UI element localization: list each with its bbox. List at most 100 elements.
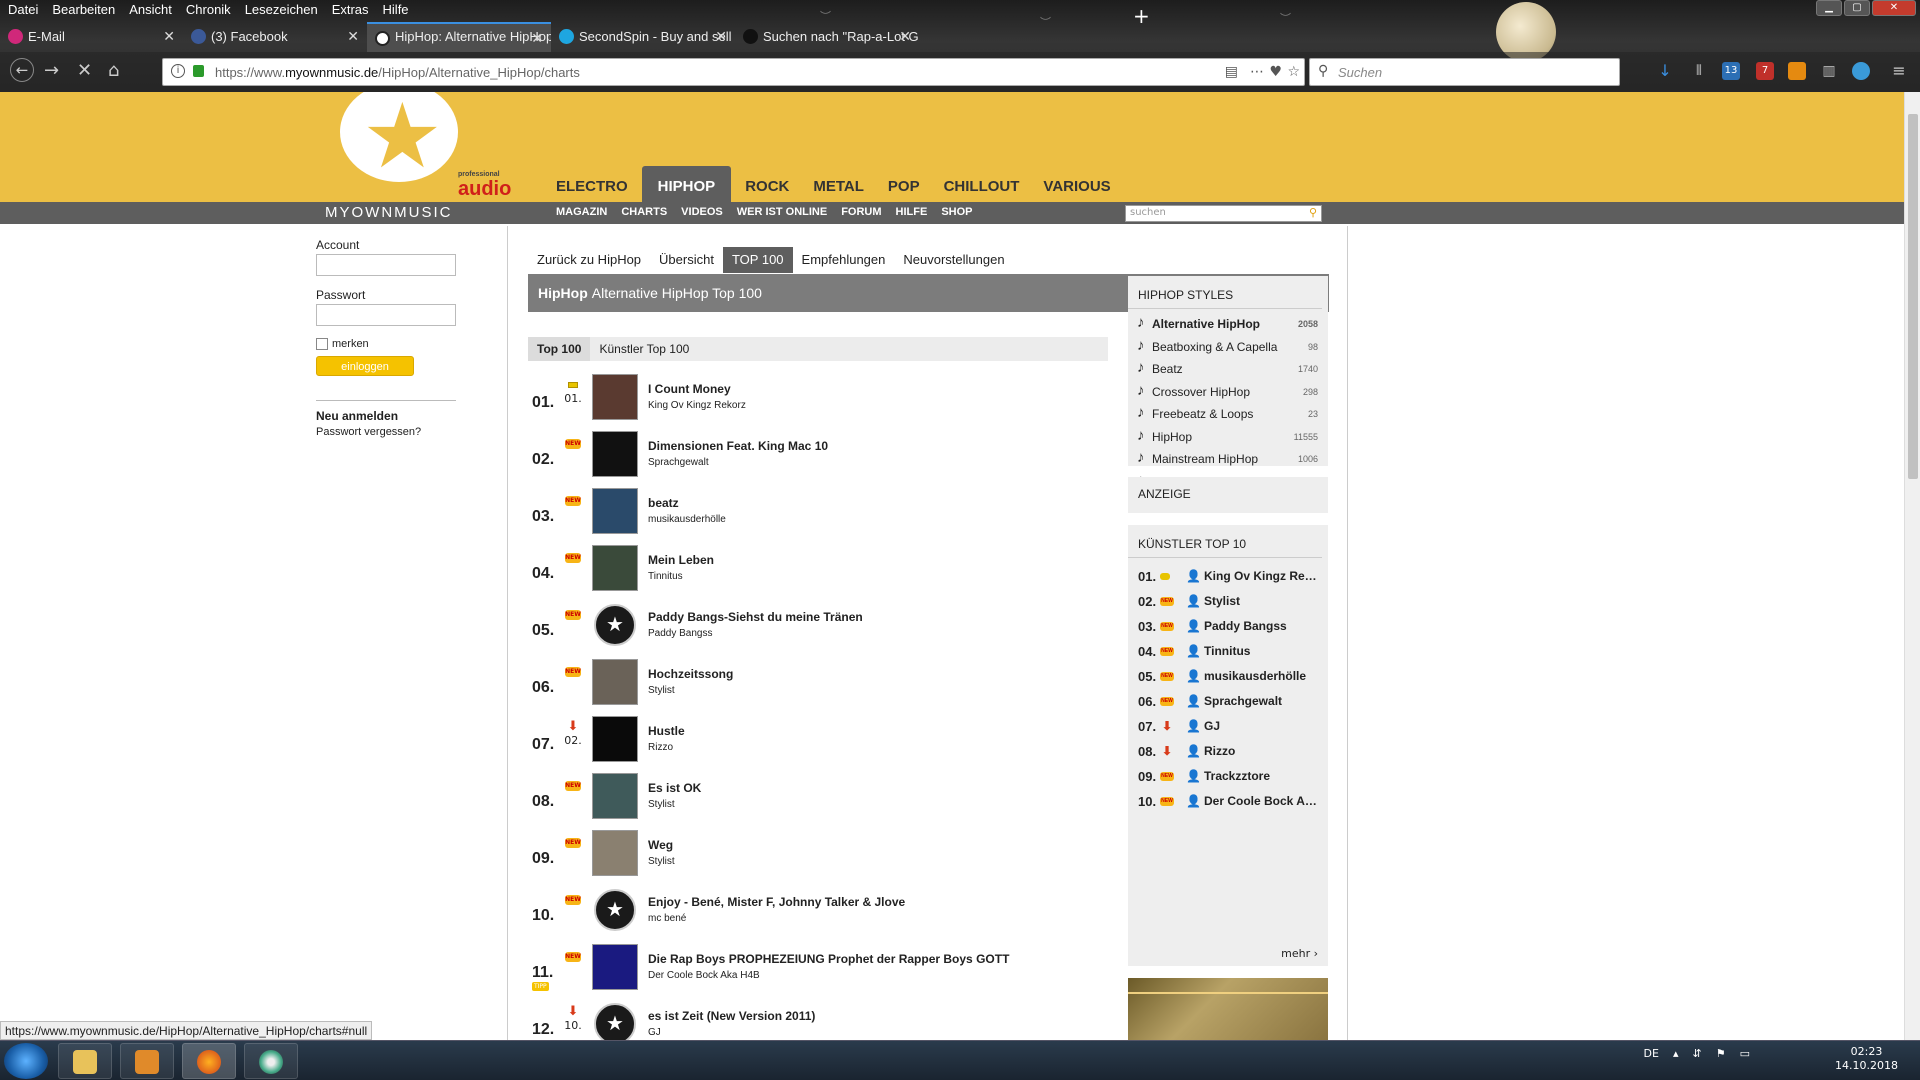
close-tab-icon[interactable]: ✕: [347, 28, 359, 45]
maximize-button[interactable]: ▢: [1844, 0, 1870, 16]
artist-row[interactable]: 10.NEW 👤Der Coole Bock Aka H4B: [1128, 789, 1328, 814]
track-title[interactable]: I Count Money: [648, 382, 731, 396]
style-name[interactable]: HipHop: [1152, 430, 1192, 444]
lock-icon[interactable]: [193, 65, 204, 77]
genre-tab-pop[interactable]: POP: [878, 166, 930, 202]
section-tab[interactable]: TOP 100: [722, 247, 793, 273]
track-title[interactable]: Hustle: [648, 724, 685, 738]
chart-row[interactable]: 03. NEW beatz musikausderhölle: [528, 488, 1108, 545]
track-title[interactable]: Mein Leben: [648, 553, 714, 567]
cover-image[interactable]: [592, 716, 638, 762]
cover-image[interactable]: [592, 944, 638, 990]
language-indicator[interactable]: DE: [1644, 1047, 1659, 1060]
artist-name[interactable]: Der Coole Bock Aka H4B: [1204, 789, 1322, 814]
subnav-link[interactable]: VIDEOS: [681, 206, 723, 218]
chart-row[interactable]: 08. NEW Es ist OK Stylist: [528, 773, 1108, 830]
tab-label[interactable]: Suchen nach "Rap-a-Lot Great: [763, 29, 919, 44]
style-link[interactable]: ♪ Alternative HipHop 2058: [1128, 313, 1328, 336]
close-tab-icon[interactable]: ✕: [531, 30, 543, 47]
genre-tab-various[interactable]: VARIOUS: [1033, 166, 1120, 202]
browser-tab[interactable]: E-Mail ✕: [0, 22, 183, 52]
track-artist[interactable]: Der Coole Bock Aka H4B: [648, 970, 760, 981]
chart-row[interactable]: 04. NEW Mein Leben Tinnitus: [528, 545, 1108, 602]
artist-row[interactable]: 01. 👤 King Ov Kingz Rekorz: [1128, 564, 1328, 589]
genre-tab-chillout[interactable]: CHILLOUT: [934, 166, 1030, 202]
page-actions-icon[interactable]: ⋯: [1250, 64, 1264, 80]
artist-name[interactable]: Tinnitus: [1204, 639, 1250, 664]
subnav-link[interactable]: SHOP: [941, 206, 972, 218]
section-tab[interactable]: Empfehlungen: [793, 247, 895, 273]
chart-tab[interactable]: Künstler Top 100: [590, 337, 698, 361]
track-title[interactable]: Enjoy - Bené, Mister F, Johnny Talker & …: [648, 895, 905, 909]
track-title[interactable]: Weg: [648, 838, 673, 852]
extension-badge-13-icon[interactable]: 13: [1722, 62, 1740, 80]
menu-item-hilfe[interactable]: Hilfe: [377, 0, 415, 20]
genre-tab-hiphop[interactable]: HIPHOP: [641, 166, 732, 202]
menu-item-bearbeiten[interactable]: Bearbeiten: [46, 0, 121, 20]
tray-arrow-icon[interactable]: ▴: [1673, 1047, 1679, 1060]
clock[interactable]: 02:23 14.10.2018: [1835, 1045, 1898, 1073]
browser-tab[interactable]: (3) Facebook ✕: [183, 22, 367, 52]
browser-tab[interactable]: Suchen nach "Rap-a-Lot Great✕: [735, 22, 919, 52]
monitor-icon[interactable]: ▭: [1740, 1047, 1750, 1060]
cover-image[interactable]: [592, 431, 638, 477]
taskbar-cd-app[interactable]: [244, 1043, 298, 1079]
style-name[interactable]: Beatz: [1152, 362, 1183, 376]
style-name[interactable]: Beatboxing & A Capella: [1152, 340, 1277, 354]
chart-row[interactable]: 05. NEW Paddy Bangs-Siehst du meine Tränen…: [528, 602, 1108, 659]
artist-row[interactable]: 06. NEW 👤 Sprachgewalt: [1128, 689, 1328, 714]
track-artist[interactable]: Rizzo: [648, 742, 673, 753]
track-artist[interactable]: Tinnitus: [648, 571, 683, 582]
track-title[interactable]: es ist Zeit (New Version 2011): [648, 1009, 815, 1023]
menu-item-lesezeichen[interactable]: Lesezeichen: [239, 0, 324, 20]
vertical-scrollbar[interactable]: [1904, 92, 1920, 1040]
professional-audio-logo[interactable]: professional audio: [458, 171, 511, 201]
cover-image[interactable]: [592, 887, 638, 933]
menu-item-ansicht[interactable]: Ansicht: [123, 0, 178, 20]
extension-fox-icon[interactable]: [1788, 62, 1806, 80]
site-search-input[interactable]: suchen ⚲: [1125, 205, 1322, 222]
more-link[interactable]: mehr ›: [1281, 947, 1318, 960]
close-window-button[interactable]: ✕: [1872, 0, 1916, 16]
url-text[interactable]: https://www.myownmusic.de/HipHop/Alterna…: [215, 65, 580, 80]
browser-tab[interactable]: SecondSpin - Buy and sell used✕: [551, 22, 735, 52]
tab-label[interactable]: (3) Facebook: [211, 29, 288, 44]
cover-image[interactable]: [592, 1001, 638, 1040]
artist-row[interactable]: 03. NEW 👤 Paddy Bangss: [1128, 614, 1328, 639]
brand-wordmark[interactable]: MYOWNMUSIC: [325, 204, 453, 221]
section-tab[interactable]: Zurück zu HipHop: [528, 247, 650, 273]
library-icon[interactable]: ⫴: [1690, 62, 1708, 80]
artist-name[interactable]: Sprachgewalt: [1204, 689, 1282, 714]
genre-tab-rock[interactable]: ROCK: [735, 166, 799, 202]
home-icon[interactable]: ⌂: [108, 60, 119, 81]
reader-view-icon[interactable]: ▤: [1225, 64, 1238, 80]
artist-name[interactable]: Trackzztore: [1204, 764, 1270, 789]
register-link[interactable]: Neu anmelden: [316, 409, 458, 423]
adblock-icon[interactable]: 7: [1756, 62, 1774, 80]
chart-tab[interactable]: Top 100: [528, 337, 591, 361]
artist-name[interactable]: King Ov Kingz Rekorz: [1204, 564, 1322, 589]
genre-tab-metal[interactable]: METAL: [803, 166, 874, 202]
hamburger-menu-icon[interactable]: ≡: [1890, 62, 1908, 80]
artist-name[interactable]: Rizzo: [1204, 739, 1235, 764]
chart-row[interactable]: 11. NEW Die Rap Boys PROPHEZEIUNG Prophet …: [528, 944, 1108, 1001]
track-title[interactable]: Die Rap Boys PROPHEZEIUNG Prophet der Ra…: [648, 952, 1009, 966]
style-link[interactable]: ♪ Beatz 1740: [1128, 358, 1328, 381]
flag-icon[interactable]: ⚑: [1716, 1047, 1726, 1060]
taskbar-explorer[interactable]: [58, 1043, 112, 1079]
chart-row[interactable]: 01. 01. I Count Money King Ov Kingz Rekorz: [528, 374, 1108, 431]
network-icon[interactable]: ⇵: [1693, 1047, 1702, 1060]
forward-button[interactable]: →: [44, 60, 59, 81]
track-artist[interactable]: King Ov Kingz Rekorz: [648, 400, 746, 411]
cover-image[interactable]: [592, 602, 638, 648]
style-name[interactable]: Freebeatz & Loops: [1152, 407, 1253, 421]
tab-label[interactable]: SecondSpin - Buy and sell used: [579, 29, 735, 44]
track-artist[interactable]: GJ: [648, 1027, 661, 1038]
artist-row[interactable]: 04. NEW 👤 Tinnitus: [1128, 639, 1328, 664]
chart-row[interactable]: 09. NEW Weg Stylist: [528, 830, 1108, 887]
cover-image[interactable]: [592, 374, 638, 420]
subnav-link[interactable]: HILFE: [896, 206, 928, 218]
track-title[interactable]: Hochzeitssong: [648, 667, 733, 681]
track-title[interactable]: Dimensionen Feat. King Mac 10: [648, 439, 828, 453]
close-tab-icon[interactable]: ✕: [715, 28, 727, 45]
